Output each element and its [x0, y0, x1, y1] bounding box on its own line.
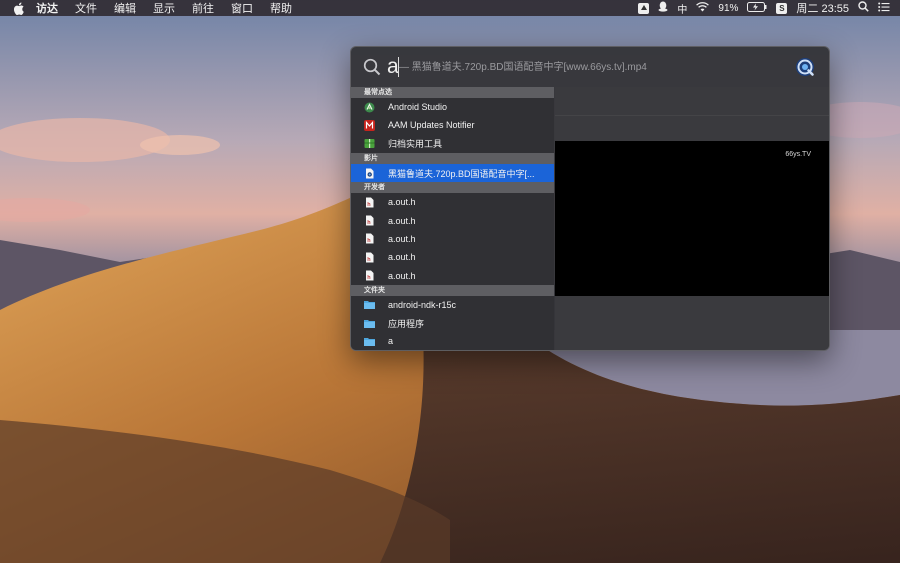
result-header-file[interactable]: h a.out.h — [351, 248, 554, 266]
result-header-file[interactable]: h a.out.h — [351, 211, 554, 229]
result-label: android-ndk-r15c — [388, 299, 457, 310]
section-header-movies: 影片 — [351, 152, 554, 164]
result-label: AAM Updates Notifier — [388, 120, 475, 131]
result-folder[interactable]: 应用程序 — [351, 314, 554, 332]
archive-utility-icon — [364, 138, 375, 149]
folder-icon — [364, 336, 375, 347]
sogou-icon[interactable]: S — [776, 2, 788, 14]
input-method-indicator[interactable]: 中 — [677, 1, 687, 16]
menu-app-finder[interactable]: 访达 — [36, 0, 58, 16]
result-label: a.out.h — [388, 270, 416, 281]
spotlight-panel: a — 黑猫鲁道夫.720p.BD国语配音中字[www.66ys.tv].mp4… — [350, 46, 830, 351]
menu-bar: 访达 文件 编辑 显示 前往 窗口 帮助 中 91% S 周二 23:55 — [0, 0, 900, 16]
result-archive-utility[interactable]: 归档实用工具 — [351, 135, 554, 153]
result-header-file[interactable]: h a.out.h — [351, 193, 554, 211]
result-label: a.out.h — [388, 252, 416, 263]
header-file-icon: h — [364, 197, 375, 208]
result-aam-updates-notifier[interactable]: AAM Updates Notifier — [351, 116, 554, 134]
result-movie-selected[interactable]: 黑猫鲁道夫.720p.BD国语配音中字[... — [351, 163, 554, 183]
qq-icon[interactable] — [658, 1, 668, 15]
clock[interactable]: 周二 23:55 — [796, 0, 849, 16]
movie-file-icon — [364, 168, 375, 179]
edge-icon[interactable] — [638, 2, 650, 14]
menu-file[interactable]: 文件 — [75, 0, 97, 16]
spotlight-search-row[interactable]: a — 黑猫鲁道夫.720p.BD国语配音中字[www.66ys.tv].mp4 — [351, 47, 829, 87]
preview-pane: 66ys.TV — [555, 87, 829, 350]
header-file-icon: h — [364, 270, 375, 281]
result-label: 归档实用工具 — [388, 139, 443, 150]
search-input[interactable]: a — [387, 55, 399, 79]
result-label: Android Studio — [388, 102, 448, 113]
result-label: a.out.h — [388, 197, 416, 208]
header-file-icon: h — [364, 233, 375, 244]
header-file-icon: h — [364, 252, 375, 263]
result-label: a — [388, 336, 394, 347]
result-label: a.out.h — [388, 215, 416, 226]
folder-icon — [364, 318, 375, 329]
svg-text:S: S — [779, 4, 785, 12]
menu-edit[interactable]: 编辑 — [114, 0, 136, 16]
section-header-top-hits: 最常点选 — [351, 87, 554, 98]
search-icon — [363, 58, 381, 76]
menu-view[interactable]: 显示 — [153, 0, 175, 16]
result-label: 应用程序 — [388, 318, 425, 329]
video-preview[interactable]: 66ys.TV — [555, 141, 829, 296]
apple-menu-icon[interactable] — [12, 1, 26, 15]
notification-center-icon[interactable] — [878, 2, 890, 15]
section-header-developer: 开发者 — [351, 182, 554, 194]
section-header-folders: 文件夹 — [351, 284, 554, 296]
menu-go[interactable]: 前往 — [192, 0, 214, 16]
video-watermark: 66ys.TV — [785, 151, 811, 158]
spotlight-search-icon[interactable] — [858, 1, 869, 15]
android-studio-icon — [364, 102, 375, 113]
result-header-file[interactable]: h a.out.h — [351, 230, 554, 248]
result-header-file[interactable]: h a.out.h — [351, 266, 554, 284]
battery-charging-icon[interactable] — [747, 1, 767, 15]
header-file-icon: h — [364, 215, 375, 226]
adobe-icon — [364, 119, 375, 131]
wifi-icon[interactable] — [696, 1, 710, 15]
preview-divider — [555, 115, 829, 116]
result-folder[interactable]: a — [351, 332, 554, 350]
battery-percent[interactable]: 91% — [718, 3, 738, 14]
menu-help[interactable]: 帮助 — [270, 0, 292, 16]
results-list: 最常点选 Android Studio AAM Updates Notifier… — [351, 87, 554, 350]
result-label: a.out.h — [388, 233, 416, 244]
result-folder[interactable]: android-ndk-r15c — [351, 296, 554, 314]
quicktime-icon — [795, 57, 815, 77]
folder-icon — [364, 299, 375, 310]
status-area: 中 91% S 周二 23:55 — [638, 0, 890, 16]
menu-window[interactable]: 窗口 — [231, 0, 253, 16]
search-completion-hint: — 黑猫鲁道夫.720p.BD国语配音中字[www.66ys.tv].mp4 — [399, 62, 647, 73]
result-label: 黑猫鲁道夫.720p.BD国语配音中字[... — [388, 168, 535, 179]
result-android-studio[interactable]: Android Studio — [351, 98, 554, 116]
